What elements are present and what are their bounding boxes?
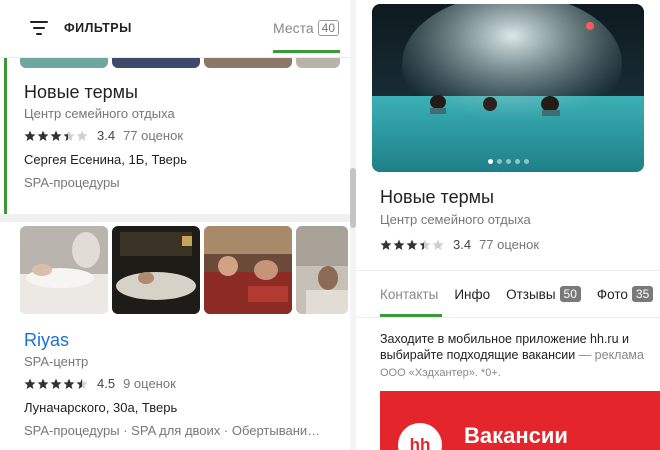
place-tabs: Контакты Инфо Отзывы 50 Фото 35 [356, 270, 660, 318]
star-icon [24, 130, 36, 141]
rating-stars [24, 378, 89, 390]
photo-thumb-salt-room[interactable] [296, 226, 348, 314]
photo-thumb[interactable] [204, 58, 292, 68]
place-subtitle: Центр семейного отдыха [380, 212, 531, 227]
star-icon [50, 130, 62, 141]
photo-thumb-massage[interactable] [20, 226, 108, 314]
photo-pagination [372, 159, 644, 164]
tab-label: Отзывы [506, 286, 556, 302]
rating-value: 3.4 [453, 237, 472, 252]
star-icon [63, 378, 75, 389]
filter-icon [30, 21, 48, 35]
reviews-count-badge: 50 [559, 286, 581, 302]
search-results-panel: ФИЛЬТРЫ Места 40 Новые термы Центр семей… [0, 0, 350, 450]
tab-label: Фото [596, 286, 628, 302]
result-title[interactable]: Riyas [24, 330, 320, 351]
star-icon [37, 130, 49, 141]
star-icon [380, 239, 392, 250]
photo-thumb-couple[interactable] [204, 226, 292, 314]
star-icon [24, 378, 36, 389]
ad-legal: ООО «Хэдхантер». *0+. [380, 367, 501, 379]
place-hero-photo[interactable] [372, 4, 644, 172]
star-icon [76, 130, 88, 141]
active-result-indicator [4, 58, 7, 214]
result-category: SPA-процедуры [24, 175, 120, 190]
result-card-riyas[interactable]: Riyas SPA-центр 4.5 9 оценок Луначарског… [24, 330, 320, 438]
active-tab-indicator [380, 314, 442, 317]
star-icon [393, 239, 405, 250]
tab-label: Контакты [380, 286, 439, 302]
star-icon [406, 239, 418, 250]
banner-text: Вакансии [464, 423, 568, 448]
star-icon [76, 378, 88, 389]
place-detail-panel: Новые термы Центр семейного отдыха 3.4 7… [356, 0, 660, 450]
filter-label: ФИЛЬТРЫ [64, 21, 132, 35]
places-label: Места [273, 20, 314, 36]
rating-stars [380, 239, 445, 251]
tab-places[interactable]: Места 40 [273, 20, 340, 36]
ad-block[interactable]: Заходите в мобильное приложение hh.ru и … [380, 331, 660, 381]
rating-value: 4.5 [97, 376, 116, 391]
photos-count-badge: 35 [631, 286, 654, 302]
rating-count[interactable]: 9 оценок [123, 376, 176, 391]
tab-photos[interactable]: Фото 35 [596, 286, 654, 302]
rating-count[interactable]: 77 оценок [123, 128, 183, 143]
pagination-dot[interactable] [514, 159, 520, 164]
result-subtitle: Центр семейного отдыха [24, 106, 175, 121]
results-divider [0, 214, 350, 222]
rating-value: 3.4 [97, 128, 116, 143]
result-category: SPA-процедуры · SPA для двоих · Обертыва… [24, 423, 321, 438]
star-icon [63, 130, 75, 141]
tab-info[interactable]: Инфо [454, 287, 490, 302]
result-address: Луначарского, 30а, Тверь [24, 400, 178, 415]
rating-stars [24, 130, 89, 142]
pagination-dot[interactable] [487, 159, 493, 164]
ad-banner[interactable]: hh Вакансии [380, 391, 660, 450]
result-title[interactable]: Новые термы [24, 82, 187, 103]
pagination-dot[interactable] [523, 159, 529, 164]
photo-thumb[interactable] [20, 58, 108, 68]
hh-logo: hh [398, 423, 442, 450]
active-tab-indicator [273, 50, 340, 53]
place-rating: 3.4 77 оценок [380, 237, 539, 252]
result-1-photos[interactable] [20, 58, 340, 68]
photo-thumb[interactable] [296, 58, 340, 68]
tab-reviews[interactable]: Отзывы 50 [506, 286, 581, 302]
photo-thumb[interactable] [112, 58, 200, 68]
result-address: Сергея Есенина, 1Б, Тверь [24, 152, 187, 167]
star-icon [50, 378, 62, 389]
place-title: Новые термы [380, 187, 494, 207]
ad-tag: — реклама [575, 348, 644, 362]
result-rating: 4.5 9 оценок [24, 376, 320, 391]
star-icon [37, 378, 49, 389]
pagination-dot[interactable] [496, 159, 502, 164]
result-rating: 3.4 77 оценок [24, 128, 187, 143]
photo-thumb-relax[interactable] [112, 226, 200, 314]
rating-count[interactable]: 77 оценок [479, 237, 539, 252]
filter-bar: ФИЛЬТРЫ Места 40 [0, 0, 350, 58]
pagination-dot[interactable] [505, 159, 511, 164]
tab-label: Инфо [454, 286, 491, 302]
places-count-badge: 40 [317, 20, 340, 36]
filter-button[interactable]: ФИЛЬТРЫ [30, 21, 132, 35]
result-2-photos[interactable] [20, 226, 348, 314]
tab-contacts[interactable]: Контакты [380, 287, 438, 302]
star-icon [419, 239, 431, 250]
star-icon [432, 239, 444, 250]
result-card-novye-termy[interactable]: Новые термы Центр семейного отдыха 3.4 7… [24, 82, 187, 190]
result-subtitle: SPA-центр [24, 354, 89, 369]
